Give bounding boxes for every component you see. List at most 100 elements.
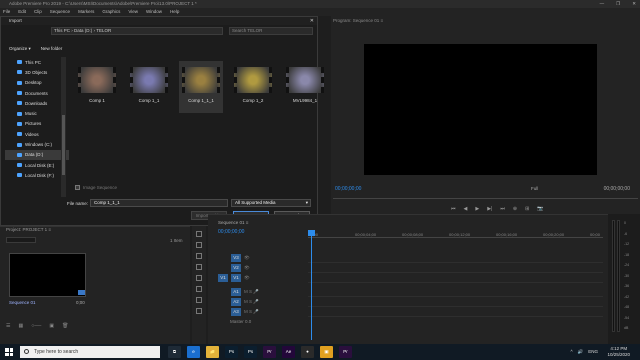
menu-markers[interactable]: Markers (78, 8, 94, 16)
taskbar-search[interactable]: Type here to search (20, 346, 160, 358)
sequence-name[interactable]: Sequence 01 (9, 300, 36, 305)
nav-item[interactable]: This PC (5, 57, 69, 67)
playhead[interactable] (311, 230, 312, 340)
new-item-icon[interactable]: ▣ (49, 323, 54, 329)
step-forward-icon[interactable]: ▶| (487, 206, 492, 212)
selection-tool-icon[interactable] (196, 231, 202, 237)
track-header[interactable]: V3 👁 (218, 253, 250, 262)
go-to-in-icon[interactable]: ⏮ (451, 206, 456, 212)
list-view-icon[interactable]: ☰ (6, 323, 10, 329)
taskbar-app-icon[interactable]: Pr (263, 346, 276, 358)
dialog-close-icon[interactable]: ✕ (310, 17, 314, 25)
new-folder-button[interactable]: New folder (41, 46, 63, 52)
track-lane[interactable] (308, 282, 603, 283)
taskbar-app-icon[interactable]: Ps (244, 346, 257, 358)
lift-icon[interactable]: ⊕ (513, 206, 517, 212)
file-item[interactable]: Comp 1 (75, 61, 119, 113)
source-patch[interactable] (218, 298, 228, 306)
search-input[interactable]: Search TELOR (229, 27, 313, 35)
ripple-edit-tool-icon[interactable] (196, 253, 202, 259)
menu-view[interactable]: View (128, 8, 138, 16)
address-bar[interactable]: This PC › Data (D:) › TELOR (51, 27, 223, 35)
track-header[interactable]: A1 M S 🎤 (218, 287, 259, 296)
track-lane[interactable] (308, 272, 603, 273)
nav-item[interactable]: Local Disk (E:) (5, 160, 69, 170)
menu-clip[interactable]: Clip (34, 8, 42, 16)
track-toggle-icons[interactable]: M S 🎤 (244, 309, 259, 315)
nav-scrollbar[interactable] (61, 57, 66, 197)
file-type-select[interactable]: All Supported Media ▾ (231, 199, 311, 207)
track-target[interactable]: A2 (231, 297, 241, 306)
track-select-tool-icon[interactable] (196, 242, 202, 248)
source-patch[interactable]: V1 (218, 273, 228, 282)
nav-item[interactable]: Local Disk (F:) (5, 170, 69, 180)
trash-icon[interactable]: 🗑 (62, 323, 68, 329)
source-patch[interactable] (218, 288, 228, 296)
source-patch[interactable] (218, 308, 228, 316)
language-indicator[interactable]: ENG (588, 349, 598, 355)
breadcrumb-telor[interactable]: TELOR (96, 28, 111, 33)
go-to-out-icon[interactable]: ⏭ (500, 206, 505, 212)
track-target[interactable]: V3 (231, 253, 241, 262)
step-back-icon[interactable]: ◀ (464, 206, 468, 212)
nav-item[interactable]: Desktop (5, 78, 69, 88)
zoom-slider[interactable]: ○── (31, 323, 41, 329)
taskbar-app-icon[interactable]: Pr (339, 346, 352, 358)
source-patch[interactable] (218, 254, 228, 262)
track-header[interactable]: V1 V1 👁 (218, 273, 250, 282)
taskbar-app-icon[interactable]: ● (301, 346, 314, 358)
file-item[interactable]: Comp 1_2 (231, 61, 275, 113)
nav-item[interactable]: Music (5, 108, 69, 118)
file-item[interactable]: Comp 1_1 (127, 61, 171, 113)
pen-tool-icon[interactable] (196, 286, 202, 292)
menu-edit[interactable]: Edit (18, 8, 26, 16)
taskbar-app-icon[interactable]: Ps (225, 346, 238, 358)
track-target[interactable]: A3 (231, 307, 241, 316)
breadcrumb-data-d[interactable]: Data (D:) (74, 28, 92, 33)
file-item[interactable]: Comp 1_1_1 (179, 61, 223, 113)
file-name-input[interactable]: Comp 1_1_1 (90, 199, 228, 207)
windows-start-icon[interactable] (5, 348, 13, 356)
track-lane[interactable] (308, 306, 603, 307)
track-toggle-icons[interactable]: 👁 (244, 255, 250, 261)
timeline-ruler[interactable]: 00;00 00;00;04;00 00;00;08;00 00;00;12;00 00… (308, 230, 603, 238)
track-toggle-icons[interactable]: 👁 (244, 265, 250, 271)
program-monitor-tab[interactable]: Program: Sequence 01 ≡ (333, 18, 383, 23)
icon-view-icon[interactable]: ▦ (18, 323, 23, 329)
project-search-input[interactable] (6, 237, 36, 243)
tray-chevron-icon[interactable]: ^ (571, 349, 573, 355)
sequence-thumbnail[interactable] (9, 253, 86, 297)
nav-item[interactable]: Videos (5, 129, 69, 139)
nav-item[interactable]: Documents (5, 88, 69, 98)
menu-graphics[interactable]: Graphics (102, 8, 120, 16)
razor-tool-icon[interactable] (196, 264, 202, 270)
minimize-button[interactable]: — (600, 0, 605, 8)
track-lane[interactable] (308, 262, 603, 263)
taskbar-app-icon[interactable]: ⧉ (168, 346, 181, 358)
program-ruler[interactable] (333, 196, 638, 199)
track-toggle-icons[interactable]: 👁 (244, 275, 250, 281)
file-item[interactable]: MVL9984_1 (283, 61, 327, 113)
timeline-timecode[interactable]: 00;00;00;00 (218, 229, 244, 235)
program-monitor-screen[interactable] (364, 44, 597, 175)
menu-file[interactable]: File (3, 8, 10, 16)
track-header[interactable]: V2 👁 (218, 263, 250, 272)
program-timecode[interactable]: 00;00;00;00 (335, 186, 361, 192)
image-sequence-checkbox[interactable] (75, 185, 80, 190)
source-patch[interactable] (218, 264, 228, 272)
close-button[interactable]: ✕ (632, 0, 636, 8)
track-target[interactable]: V1 (231, 273, 241, 282)
taskbar-app-icon[interactable]: 📁 (206, 346, 219, 358)
track-toggle-icons[interactable]: M S 🎤 (244, 299, 259, 305)
breadcrumb-this-pc[interactable]: This PC (54, 28, 70, 33)
maximize-button[interactable]: ❐ (616, 0, 620, 8)
menu-sequence[interactable]: Sequence (50, 8, 70, 16)
hand-tool-icon[interactable] (196, 297, 202, 303)
project-tab[interactable]: Project: PROJECT 1 ≡ (6, 227, 51, 232)
extract-icon[interactable]: ⊞ (525, 206, 529, 212)
track-header[interactable]: A3 M S 🎤 (218, 307, 259, 316)
timeline-tab[interactable]: Sequence 01 ≡ (218, 220, 248, 225)
menu-window[interactable]: Window (146, 8, 162, 16)
track-toggle-icons[interactable]: M S 🎤 (244, 289, 259, 295)
playhead-handle[interactable] (308, 230, 315, 236)
